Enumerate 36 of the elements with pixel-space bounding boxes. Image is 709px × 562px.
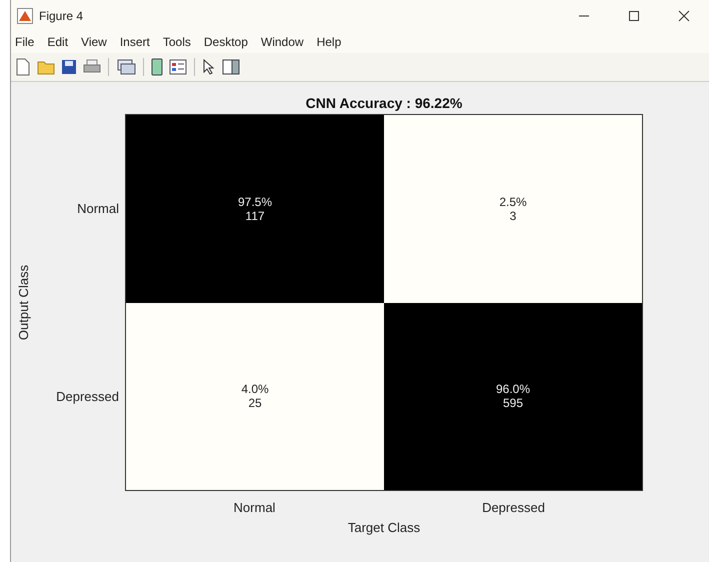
x-axis-label: Target Class bbox=[346, 520, 422, 534]
column-label: Normal bbox=[234, 500, 276, 515]
menu-item[interactable]: Insert bbox=[120, 35, 150, 49]
menu-item[interactable]: File bbox=[15, 35, 34, 49]
close-icon[interactable] bbox=[678, 10, 690, 22]
new-file-icon[interactable] bbox=[15, 58, 31, 76]
menu-item[interactable]: Edit bbox=[47, 35, 68, 49]
cell-percent: 4.0% bbox=[241, 382, 269, 396]
window-icon[interactable] bbox=[116, 58, 136, 76]
cell-count: 25 bbox=[248, 396, 262, 410]
menu-item[interactable]: View bbox=[81, 35, 107, 49]
menu-item[interactable]: Desktop bbox=[204, 35, 248, 49]
pointer-icon[interactable] bbox=[202, 59, 216, 75]
column-label: Depressed bbox=[482, 500, 545, 515]
app-logo-icon bbox=[17, 8, 33, 24]
legend-icon[interactable] bbox=[169, 59, 187, 75]
cell-count: 117 bbox=[245, 208, 265, 223]
rectangle-icon[interactable] bbox=[151, 58, 163, 76]
save-icon[interactable] bbox=[61, 59, 77, 75]
y-axis-label: Output Class bbox=[16, 264, 32, 340]
printer-icon[interactable] bbox=[83, 59, 101, 75]
plot-title: CNN Accuracy : 96.22% bbox=[304, 95, 464, 113]
row-label: Normal bbox=[77, 200, 119, 216]
cell-percent: 97.5% bbox=[238, 194, 272, 209]
cell-count: 3 bbox=[510, 208, 516, 223]
maximize-icon[interactable] bbox=[628, 10, 640, 22]
menu-item[interactable]: Help bbox=[316, 35, 342, 49]
row-label: Depressed bbox=[56, 389, 119, 404]
cell-percent: 96.0% bbox=[496, 382, 530, 396]
menu-item[interactable]: Tools bbox=[162, 35, 191, 49]
folder-icon[interactable] bbox=[37, 59, 55, 75]
cell-percent: 2.5% bbox=[499, 194, 527, 209]
panel-icon[interactable] bbox=[222, 59, 240, 75]
window-title: Figure 4 bbox=[39, 8, 84, 22]
cell-count: 595 bbox=[502, 396, 524, 410]
menu-item[interactable]: Window bbox=[260, 35, 304, 49]
